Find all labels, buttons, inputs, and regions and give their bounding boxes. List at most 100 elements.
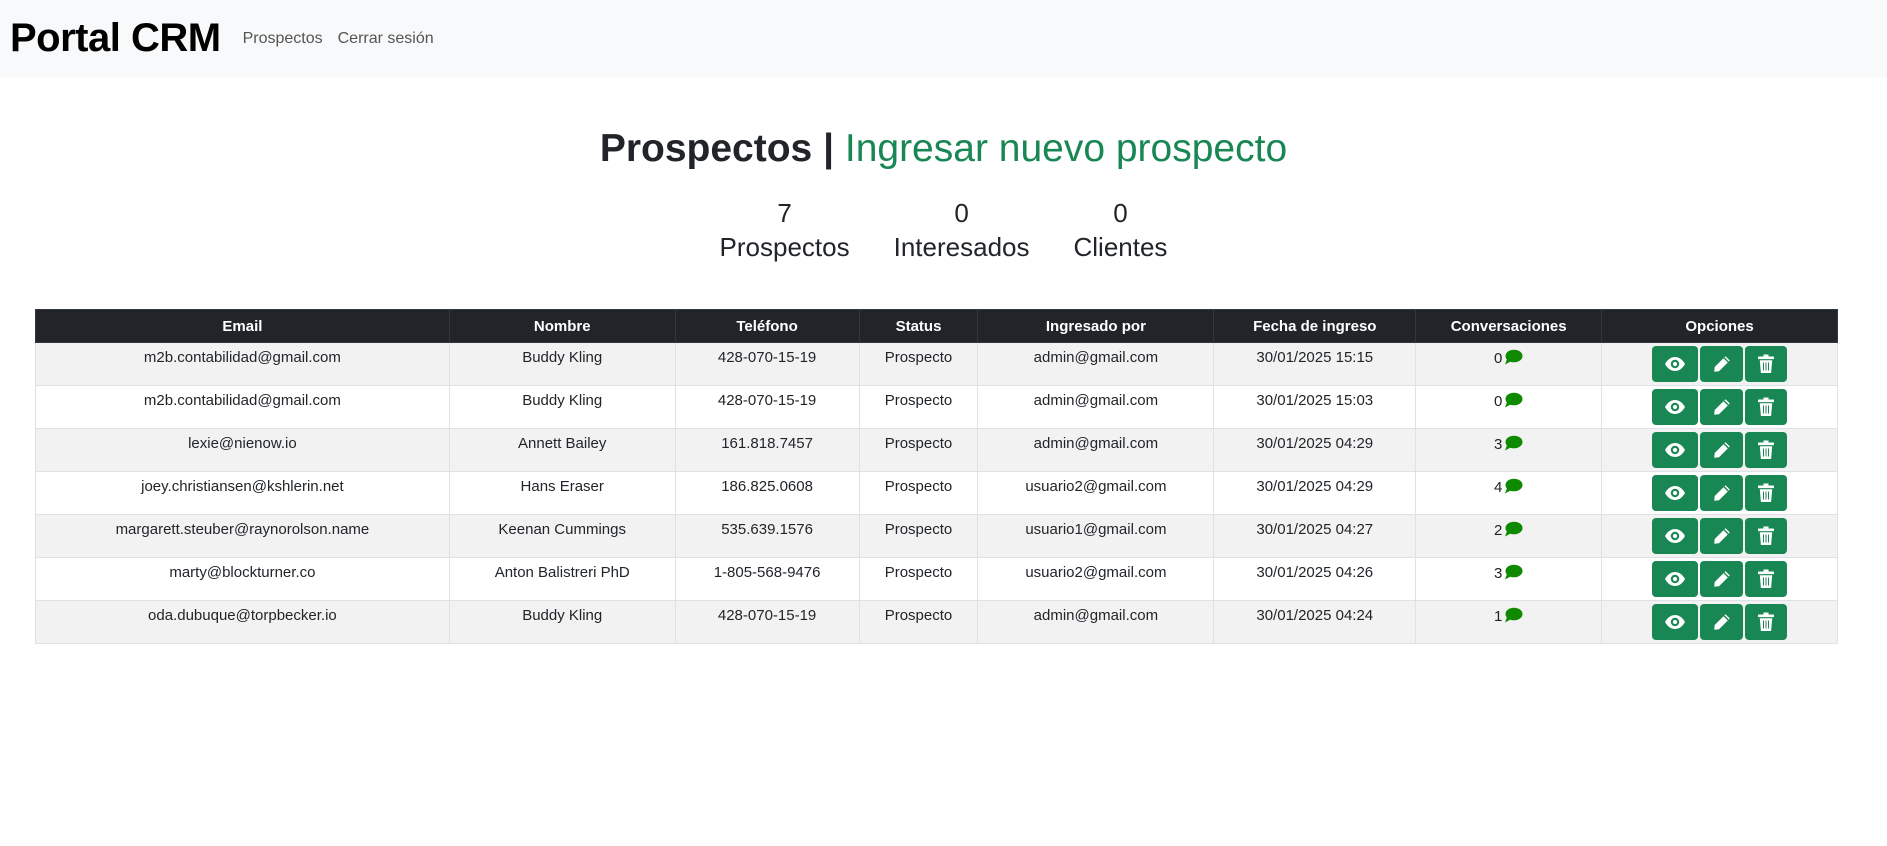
delete-button[interactable]	[1745, 561, 1788, 597]
view-button[interactable]	[1652, 346, 1699, 382]
chat-bubble-icon[interactable]	[1504, 478, 1523, 498]
conversation-count: 2	[1493, 522, 1503, 539]
conversation-count: 0	[1493, 350, 1503, 367]
view-button[interactable]	[1652, 475, 1699, 511]
stat-clientes: 0 Clientes	[1074, 196, 1168, 264]
delete-button[interactable]	[1745, 389, 1788, 425]
cell-fecha: 30/01/2025 04:29	[1213, 428, 1417, 472]
pencil-icon	[1712, 612, 1732, 632]
title-separator: |	[823, 127, 835, 170]
stat-value: 0	[1113, 198, 1128, 228]
cell-opciones	[1601, 471, 1838, 515]
pencil-icon	[1712, 483, 1732, 503]
view-button[interactable]	[1652, 389, 1699, 425]
table-body: m2b.contabilidad@gmail.com Buddy Kling 428…	[35, 342, 1838, 644]
cell-nombre: Keenan Cummings	[448, 514, 676, 558]
conversation-count: 0	[1493, 393, 1503, 410]
column-header-email: Email	[35, 309, 450, 343]
delete-button[interactable]	[1745, 475, 1788, 511]
pencil-icon	[1712, 569, 1732, 589]
eye-icon	[1664, 399, 1686, 415]
edit-button[interactable]	[1700, 561, 1744, 597]
cell-ingresado-por: admin@gmail.com	[977, 385, 1215, 429]
trash-icon	[1757, 397, 1775, 417]
cell-nombre: Buddy Kling	[448, 342, 676, 386]
cell-ingresado-por: admin@gmail.com	[977, 600, 1215, 644]
cell-email: m2b.contabilidad@gmail.com	[35, 385, 450, 429]
chat-bubble-icon[interactable]	[1504, 349, 1523, 369]
column-header-nombre: Nombre	[448, 309, 676, 343]
view-button[interactable]	[1652, 604, 1699, 640]
pencil-icon	[1712, 440, 1732, 460]
cell-opciones	[1601, 342, 1838, 386]
cell-opciones	[1601, 514, 1838, 558]
trash-icon	[1757, 526, 1775, 546]
brand-logo[interactable]: Portal CRM	[10, 16, 221, 61]
cell-status: Prospecto	[858, 514, 979, 558]
cell-opciones	[1601, 557, 1838, 601]
new-prospect-link[interactable]: Ingresar nuevo prospecto	[845, 127, 1287, 170]
trash-icon	[1757, 569, 1775, 589]
table-header-row: Email Nombre Teléfono Status Ingresado p…	[35, 309, 1838, 343]
delete-button[interactable]	[1745, 346, 1788, 382]
cell-ingresado-por: usuario1@gmail.com	[977, 514, 1215, 558]
prospects-table: Email Nombre Teléfono Status Ingresado p…	[35, 309, 1838, 644]
edit-button[interactable]	[1700, 389, 1744, 425]
delete-button[interactable]	[1745, 604, 1788, 640]
pencil-icon	[1712, 526, 1732, 546]
chat-bubble-icon[interactable]	[1504, 564, 1523, 584]
cell-conversaciones: 0	[1415, 385, 1603, 429]
cell-ingresado-por: usuario2@gmail.com	[977, 471, 1215, 515]
cell-opciones	[1601, 600, 1838, 644]
cell-nombre: Hans Eraser	[448, 471, 676, 515]
cell-fecha: 30/01/2025 04:26	[1213, 557, 1417, 601]
cell-nombre: Buddy Kling	[448, 385, 676, 429]
trash-icon	[1757, 354, 1775, 374]
edit-button[interactable]	[1700, 518, 1744, 554]
cell-status: Prospecto	[858, 600, 979, 644]
view-button[interactable]	[1652, 432, 1699, 468]
cell-conversaciones: 2	[1415, 514, 1603, 558]
stat-interesados: 0 Interesados	[894, 196, 1030, 264]
cell-telefono: 161.818.7457	[674, 428, 860, 472]
stat-label: Prospectos	[719, 232, 850, 262]
column-header-telefono: Teléfono	[674, 309, 860, 343]
cell-email: joey.christiansen@kshlerin.net	[35, 471, 450, 515]
nav-link-prospectos[interactable]: Prospectos	[243, 30, 323, 48]
cell-nombre: Buddy Kling	[448, 600, 676, 644]
cell-conversaciones: 3	[1415, 557, 1603, 601]
eye-icon	[1664, 528, 1686, 544]
cell-status: Prospecto	[858, 385, 979, 429]
delete-button[interactable]	[1745, 432, 1788, 468]
pencil-icon	[1712, 397, 1732, 417]
page-title-text: Prospectos	[599, 127, 813, 170]
edit-button[interactable]	[1700, 475, 1744, 511]
chat-bubble-icon[interactable]	[1504, 392, 1523, 412]
cell-email: m2b.contabilidad@gmail.com	[35, 342, 450, 386]
trash-icon	[1757, 612, 1775, 632]
view-button[interactable]	[1652, 518, 1699, 554]
conversation-count: 4	[1493, 479, 1503, 496]
view-button[interactable]	[1652, 561, 1699, 597]
chat-bubble-icon[interactable]	[1504, 435, 1523, 455]
cell-ingresado-por: usuario2@gmail.com	[977, 557, 1215, 601]
edit-button[interactable]	[1700, 604, 1744, 640]
cell-fecha: 30/01/2025 15:03	[1213, 385, 1417, 429]
column-header-opciones: Opciones	[1601, 309, 1838, 343]
conversation-count: 1	[1493, 608, 1503, 625]
table-row: joey.christiansen@kshlerin.net Hans Erase…	[35, 471, 1838, 515]
trash-icon	[1757, 440, 1775, 460]
eye-icon	[1664, 485, 1686, 501]
nav-link-cerrar-sesion[interactable]: Cerrar sesión	[338, 30, 434, 48]
cell-nombre: Annett Bailey	[448, 428, 676, 472]
delete-button[interactable]	[1745, 518, 1788, 554]
edit-button[interactable]	[1700, 346, 1744, 382]
cell-conversaciones: 4	[1415, 471, 1603, 515]
chat-bubble-icon[interactable]	[1504, 607, 1523, 627]
edit-button[interactable]	[1700, 432, 1744, 468]
table-row: margarett.steuber@raynorolson.name Keenan…	[35, 514, 1838, 558]
stats-summary: 7 Prospectos 0 Interesados 0 Clientes	[0, 196, 1887, 264]
chat-bubble-icon[interactable]	[1504, 521, 1523, 541]
table-row: m2b.contabilidad@gmail.com Buddy Kling 428…	[35, 385, 1838, 429]
eye-icon	[1664, 356, 1686, 372]
